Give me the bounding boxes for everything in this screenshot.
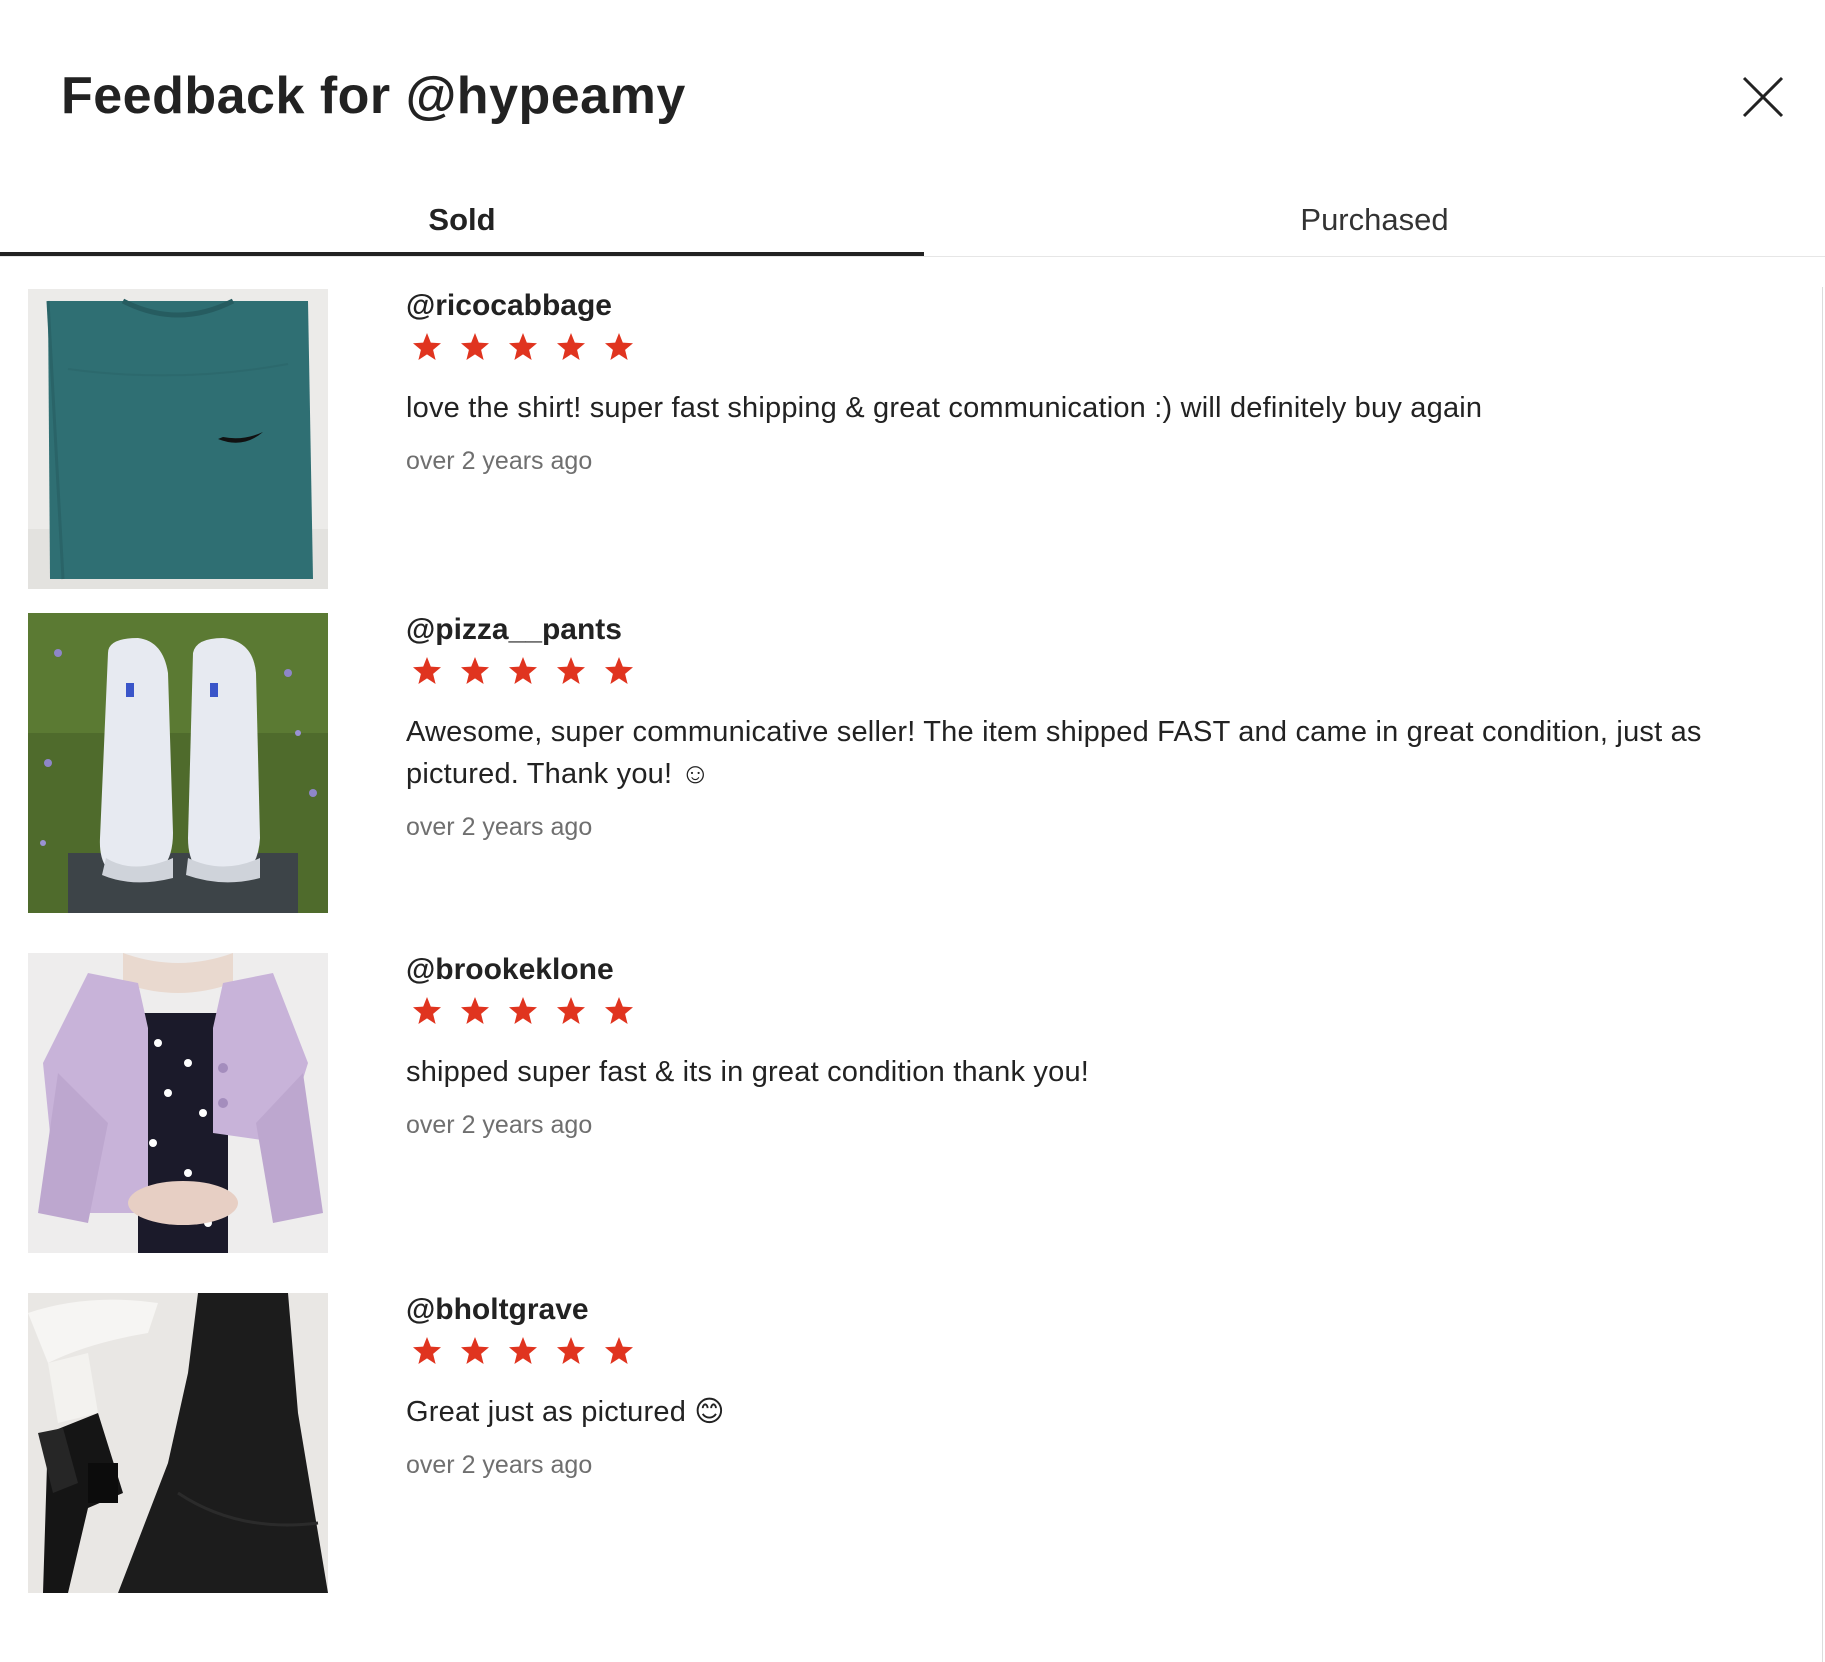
star-icon	[604, 656, 634, 686]
tab-sold[interactable]: Sold	[0, 190, 924, 256]
reviewer-username[interactable]: @brookeklone	[406, 953, 1796, 987]
scrollbar-track[interactable]	[1822, 287, 1823, 1662]
review-comment: shipped super fast & its in great condit…	[406, 1056, 1090, 1088]
reviewer-username[interactable]: @pizza__pants	[406, 613, 1796, 647]
review-comment: Awesome, super communicative seller! The…	[406, 716, 1702, 790]
review-timestamp: over 2 years ago	[406, 447, 593, 475]
star-icon	[556, 332, 586, 362]
star-icon	[604, 332, 634, 362]
star-icon	[508, 332, 538, 362]
reviewer-username[interactable]: @ricocabbage	[406, 289, 1796, 323]
star-icon	[556, 996, 586, 1026]
star-icon	[508, 656, 538, 686]
review-timestamp: over 2 years ago	[406, 1451, 593, 1479]
star-icon	[412, 656, 442, 686]
modal-title: Feedback for @hypeamy	[61, 67, 686, 125]
star-icon	[556, 656, 586, 686]
close-icon[interactable]	[1738, 72, 1788, 122]
item-thumbnail[interactable]	[28, 953, 328, 1253]
item-thumbnail[interactable]	[28, 613, 328, 913]
feedback-list[interactable]: @ricocabbage love the shirt! super fast …	[0, 257, 1825, 1662]
star-icon	[604, 1336, 634, 1366]
star-icon	[508, 1336, 538, 1366]
review-comment: Great just as pictured 😊	[406, 1396, 725, 1428]
star-rating	[406, 653, 1796, 689]
star-icon	[412, 996, 442, 1026]
item-thumbnail[interactable]	[28, 289, 328, 589]
review-comment: love the shirt! super fast shipping & gr…	[406, 392, 1483, 424]
star-rating	[406, 993, 1796, 1029]
tab-purchased[interactable]: Purchased	[924, 190, 1825, 256]
review-timestamp: over 2 years ago	[406, 813, 593, 841]
star-icon	[460, 332, 490, 362]
review-timestamp: over 2 years ago	[406, 1111, 593, 1139]
item-thumbnail[interactable]	[28, 1293, 328, 1593]
star-icon	[412, 332, 442, 362]
modal-header: Feedback for @hypeamy	[0, 0, 1825, 190]
star-icon	[412, 1336, 442, 1366]
star-icon	[460, 656, 490, 686]
star-icon	[460, 996, 490, 1026]
star-icon	[460, 1336, 490, 1366]
star-icon	[556, 1336, 586, 1366]
reviewer-username[interactable]: @bholtgrave	[406, 1293, 1796, 1327]
star-rating	[406, 1333, 1796, 1369]
feedback-tabs: Sold Purchased	[0, 190, 1825, 257]
star-rating	[406, 329, 1796, 365]
star-icon	[604, 996, 634, 1026]
star-icon	[508, 996, 538, 1026]
